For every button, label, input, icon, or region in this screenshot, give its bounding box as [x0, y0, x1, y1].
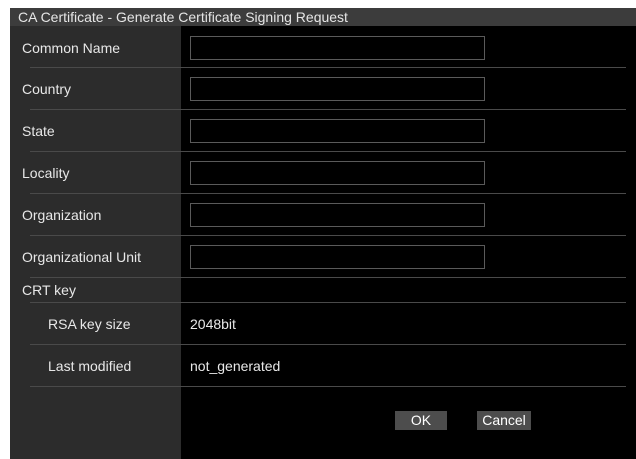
organizational-unit-row: Organizational Unit: [10, 236, 636, 278]
csr-dialog: CA Certificate - Generate Certificate Si…: [10, 8, 636, 459]
top-strip: [0, 0, 636, 8]
organization-input[interactable]: [190, 203, 485, 227]
cancel-button[interactable]: Cancel: [477, 411, 531, 430]
crt-key-row: CRT key: [10, 278, 636, 302]
state-row: State: [10, 110, 636, 152]
last-modified-label: Last modified: [48, 358, 132, 374]
crt-key-label: CRT key: [22, 282, 76, 298]
common-name-row: Common Name: [10, 26, 636, 69]
rsa-key-size-value: 2048bit: [190, 316, 236, 332]
locality-label: Locality: [22, 165, 70, 181]
rsa-key-size-label: RSA key size: [48, 316, 131, 332]
organizational-unit-label: Organizational Unit: [22, 249, 142, 265]
state-input[interactable]: [190, 119, 485, 143]
organization-row: Organization: [10, 194, 636, 236]
ok-button[interactable]: OK: [395, 411, 447, 430]
country-input[interactable]: [190, 77, 485, 101]
row-divider: [30, 386, 626, 387]
common-name-label: Common Name: [22, 39, 121, 56]
organizational-unit-input[interactable]: [190, 245, 485, 269]
locality-row: Locality: [10, 152, 636, 194]
locality-input[interactable]: [190, 161, 485, 185]
dialog-title: CA Certificate - Generate Certificate Si…: [10, 8, 636, 26]
last-modified-value: not_generated: [190, 358, 281, 374]
state-label: State: [22, 123, 55, 139]
country-row: Country: [10, 68, 636, 110]
organization-label: Organization: [22, 207, 102, 223]
country-label: Country: [22, 81, 72, 97]
common-name-input[interactable]: [190, 35, 485, 60]
page: CA Certificate - Generate Certificate Si…: [0, 0, 636, 459]
rsa-key-size-row: RSA key size 2048bit: [10, 303, 636, 345]
last-modified-row: Last modified not_generated: [10, 345, 636, 387]
